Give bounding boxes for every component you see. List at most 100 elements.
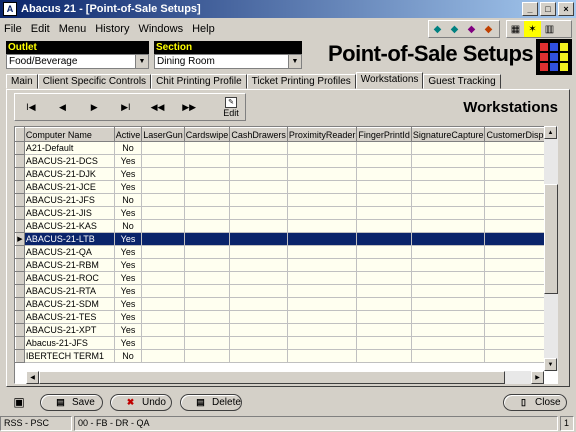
device-cell[interactable] xyxy=(356,336,412,350)
device-cell[interactable] xyxy=(183,349,231,363)
device-cell[interactable] xyxy=(183,323,231,337)
computer-name-cell[interactable]: IBERTECH TERM1 xyxy=(23,349,115,363)
device-cell[interactable] xyxy=(183,141,231,155)
active-cell[interactable]: Yes xyxy=(113,336,143,350)
table-row[interactable]: ABACUS-21-DCS Yes xyxy=(15,154,557,168)
device-cell[interactable] xyxy=(286,180,358,194)
device-cell[interactable] xyxy=(229,141,288,155)
device-cell[interactable] xyxy=(286,232,358,246)
row-indicator[interactable] xyxy=(15,271,25,285)
chevron-down-icon[interactable]: ▼ xyxy=(135,55,148,68)
row-indicator[interactable] xyxy=(15,258,25,272)
last-record-icon[interactable]: ▶I xyxy=(110,95,142,119)
device-cell[interactable] xyxy=(183,310,231,324)
device-cell[interactable] xyxy=(286,258,358,272)
calculator-icon[interactable]: ▦ xyxy=(507,21,524,37)
device-cell[interactable] xyxy=(141,232,185,246)
row-indicator[interactable] xyxy=(15,284,25,298)
device-cell[interactable] xyxy=(141,167,185,181)
table-row[interactable]: A21-Default No xyxy=(15,141,557,155)
undo-button[interactable]: ✖ Undo xyxy=(110,394,172,411)
setup-icon[interactable]: ▣ xyxy=(10,393,28,411)
table-row[interactable]: Abacus-21-JFS Yes xyxy=(15,336,557,350)
active-cell[interactable]: Yes xyxy=(113,154,143,168)
computer-name-cell[interactable]: ABACUS-21-QA xyxy=(23,245,115,259)
computer-name-cell[interactable]: ABACUS-21-ROC xyxy=(23,271,115,285)
table-row[interactable]: ABACUS-21-KAS No xyxy=(15,219,557,233)
active-cell[interactable]: Yes xyxy=(113,271,143,285)
device-cell[interactable] xyxy=(356,310,412,324)
menu-file[interactable]: File xyxy=(4,23,22,35)
back-arrow-icon[interactable]: ◆ xyxy=(429,21,446,37)
table-row[interactable]: ABACUS-21-RTA Yes xyxy=(15,284,557,298)
row-indicator[interactable] xyxy=(15,154,25,168)
table-row[interactable]: ABACUS-21-XPT Yes xyxy=(15,323,557,337)
tab-main[interactable]: Main xyxy=(6,74,38,89)
row-indicator[interactable] xyxy=(15,206,25,220)
computer-name-cell[interactable]: ABACUS-21-RTA xyxy=(23,284,115,298)
active-cell[interactable]: No xyxy=(113,349,143,363)
device-cell[interactable] xyxy=(183,206,231,220)
device-cell[interactable] xyxy=(183,193,231,207)
row-indicator[interactable] xyxy=(15,219,25,233)
table-row[interactable]: ABACUS-21-TES Yes xyxy=(15,310,557,324)
delete-button[interactable]: ▤ Delete xyxy=(180,394,242,411)
tab-client-specific-controls[interactable]: Client Specific Controls xyxy=(37,74,152,89)
column-header[interactable]: CashDrawers xyxy=(229,127,288,142)
device-cell[interactable] xyxy=(141,323,185,337)
device-cell[interactable] xyxy=(410,271,486,285)
device-cell[interactable] xyxy=(183,284,231,298)
device-cell[interactable] xyxy=(141,154,185,168)
device-cell[interactable] xyxy=(410,258,486,272)
table-row[interactable]: ABACUS-21-QA Yes xyxy=(15,245,557,259)
device-cell[interactable] xyxy=(141,284,185,298)
outlet-select[interactable]: Food/Beverage ▼ xyxy=(6,54,149,69)
device-cell[interactable] xyxy=(410,154,486,168)
tab-ticket-printing-profiles[interactable]: Ticket Printing Profiles xyxy=(246,74,356,89)
row-indicator[interactable] xyxy=(15,180,25,194)
column-header[interactable]: LaserGun xyxy=(141,127,185,142)
exit-icon[interactable]: ✶ xyxy=(524,21,541,37)
device-cell[interactable] xyxy=(356,167,412,181)
row-indicator[interactable] xyxy=(15,141,25,155)
device-cell[interactable] xyxy=(410,219,486,233)
device-cell[interactable] xyxy=(410,336,486,350)
device-cell[interactable] xyxy=(141,271,185,285)
device-cell[interactable] xyxy=(141,206,185,220)
device-cell[interactable] xyxy=(141,258,185,272)
device-cell[interactable] xyxy=(141,180,185,194)
history-icon[interactable]: ◆ xyxy=(480,21,497,37)
device-cell[interactable] xyxy=(229,206,288,220)
device-cell[interactable] xyxy=(229,310,288,324)
device-cell[interactable] xyxy=(356,349,412,363)
table-row[interactable]: IBERTECH TERM1 No xyxy=(15,349,557,363)
device-cell[interactable] xyxy=(410,141,486,155)
device-cell[interactable] xyxy=(183,245,231,259)
column-header[interactable]: Computer Name xyxy=(23,127,115,142)
device-cell[interactable] xyxy=(229,219,288,233)
device-cell[interactable] xyxy=(229,323,288,337)
active-cell[interactable]: Yes xyxy=(113,206,143,220)
device-cell[interactable] xyxy=(410,349,486,363)
tab-chit-printing-profile[interactable]: Chit Printing Profile xyxy=(151,74,247,89)
device-cell[interactable] xyxy=(183,258,231,272)
close-icon[interactable]: × xyxy=(558,2,574,16)
device-cell[interactable] xyxy=(229,297,288,311)
device-cell[interactable] xyxy=(356,271,412,285)
device-cell[interactable] xyxy=(141,349,185,363)
device-cell[interactable] xyxy=(229,258,288,272)
active-cell[interactable]: Yes xyxy=(113,232,143,246)
device-cell[interactable] xyxy=(183,336,231,350)
device-cell[interactable] xyxy=(356,297,412,311)
table-row[interactable]: ABACUS-21-JFS No xyxy=(15,193,557,207)
device-cell[interactable] xyxy=(410,284,486,298)
device-cell[interactable] xyxy=(410,180,486,194)
device-cell[interactable] xyxy=(356,245,412,259)
favorites-icon[interactable]: ◆ xyxy=(463,21,480,37)
device-cell[interactable] xyxy=(356,141,412,155)
close-button[interactable]: ▯ Close xyxy=(503,394,567,411)
device-cell[interactable] xyxy=(229,271,288,285)
computer-name-cell[interactable]: Abacus-21-JFS xyxy=(23,336,115,350)
menu-menu[interactable]: Menu xyxy=(59,23,87,35)
row-indicator[interactable] xyxy=(15,310,25,324)
